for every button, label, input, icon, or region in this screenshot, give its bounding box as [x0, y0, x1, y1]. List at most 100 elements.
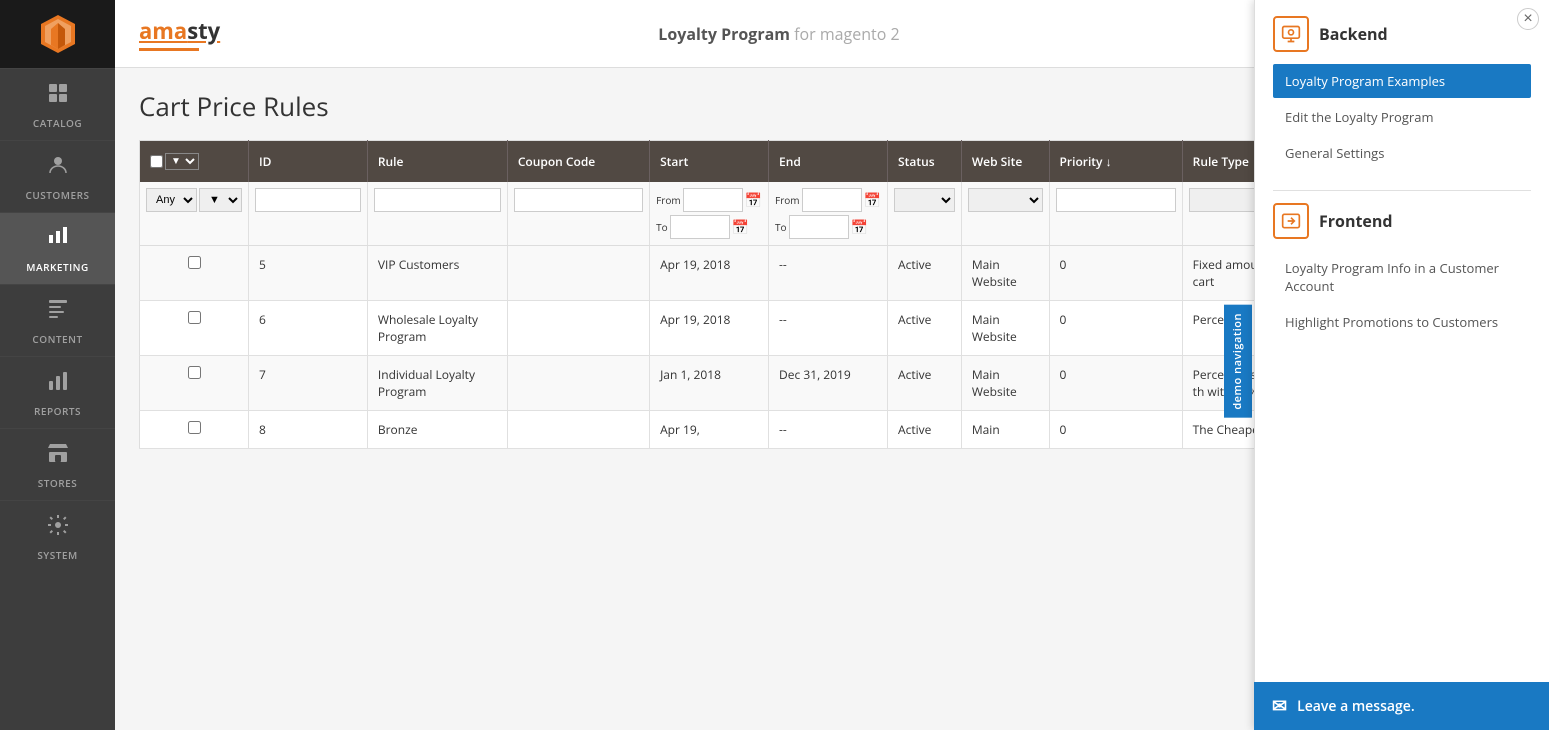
- row-checkbox[interactable]: [188, 256, 201, 269]
- sidebar-item-label: STORES: [38, 476, 77, 490]
- demo-divider: [1273, 190, 1531, 191]
- content-icon: [46, 297, 70, 328]
- cell-status: Active: [888, 246, 962, 301]
- cell-coupon: [507, 246, 649, 301]
- sidebar-item-label: CONTENT: [32, 332, 82, 346]
- filter-start-to-input[interactable]: [670, 215, 730, 239]
- calendar-icon[interactable]: 📅: [864, 191, 881, 210]
- demo-nav-item-edit-loyalty[interactable]: Edit the Loyalty Program: [1273, 100, 1531, 134]
- cell-priority: 0: [1049, 301, 1182, 356]
- row-checkbox-cell: [140, 246, 249, 301]
- demo-nav-item-general-settings[interactable]: General Settings: [1273, 136, 1531, 170]
- header-title: Loyalty Program for magento 2: [658, 23, 899, 45]
- th-checkbox: ▼: [140, 141, 249, 183]
- demo-backend-section: Backend Loyalty Program Examples Edit th…: [1273, 16, 1531, 170]
- cell-rule[interactable]: VIP Customers: [367, 246, 507, 301]
- cell-id: 8: [249, 411, 368, 449]
- demo-frontend-section: Frontend Loyalty Program Info in a Custo…: [1273, 203, 1531, 339]
- cell-rule[interactable]: Wholesale Loyalty Program: [367, 301, 507, 356]
- cell-start: Apr 19,: [650, 411, 769, 449]
- system-icon: [46, 513, 70, 544]
- cell-end: --: [769, 246, 888, 301]
- sidebar-item-marketing[interactable]: MARKETING: [0, 212, 115, 284]
- filter-end-from-input[interactable]: [802, 188, 862, 212]
- row-checkbox[interactable]: [188, 421, 201, 434]
- cell-status: Active: [888, 411, 962, 449]
- cell-coupon: [507, 411, 649, 449]
- row-checkbox[interactable]: [188, 311, 201, 324]
- cell-website[interactable]: Main: [961, 411, 1049, 449]
- title-sub: for magento 2: [794, 23, 900, 45]
- th-coupon-code: Coupon Code: [507, 141, 649, 183]
- filter-coupon-input[interactable]: [514, 188, 643, 212]
- demo-nav-item-loyalty-examples[interactable]: Loyalty Program Examples: [1273, 64, 1531, 98]
- sidebar-item-stores[interactable]: STORES: [0, 428, 115, 500]
- customers-icon: [46, 153, 70, 184]
- cell-website[interactable]: Main Website: [961, 356, 1049, 411]
- filter-status-select[interactable]: Active Inactive: [894, 188, 955, 212]
- sidebar-item-catalog[interactable]: CATALOG: [0, 68, 115, 140]
- filter-priority-input[interactable]: [1056, 188, 1176, 212]
- calendar-icon[interactable]: 📅: [851, 218, 868, 237]
- cell-website[interactable]: Main Website: [961, 246, 1049, 301]
- cell-priority: 0: [1049, 356, 1182, 411]
- demo-nav-item-highlight-promotions[interactable]: Highlight Promotions to Customers: [1273, 305, 1531, 339]
- cell-rule[interactable]: Bronze: [367, 411, 507, 449]
- filter-coupon-cell: [507, 182, 649, 246]
- cell-coupon: [507, 301, 649, 356]
- sidebar-item-customers[interactable]: CUSTOMERS: [0, 140, 115, 212]
- calendar-icon[interactable]: 📅: [745, 191, 762, 210]
- backend-title: Backend: [1319, 23, 1388, 45]
- th-website: Web Site: [961, 141, 1049, 183]
- stores-icon: [46, 441, 70, 472]
- demo-nav-tab[interactable]: demo navigation: [1224, 305, 1252, 418]
- cell-start: Apr 19, 2018: [650, 301, 769, 356]
- filter-start-from-input[interactable]: [683, 188, 743, 212]
- filter-any-dropdown[interactable]: ▼: [199, 188, 242, 212]
- filter-id-cell: [249, 182, 368, 246]
- sidebar-item-label: MARKETING: [26, 260, 88, 274]
- cell-coupon: [507, 356, 649, 411]
- cell-id: 7: [249, 356, 368, 411]
- title-main: Loyalty Program: [658, 23, 790, 45]
- cell-status: Active: [888, 356, 962, 411]
- filter-end-cell: From 📅 To 📅: [769, 182, 888, 246]
- filter-id-input[interactable]: [255, 188, 361, 212]
- th-priority: Priority ↓: [1049, 141, 1182, 183]
- cell-start: Jan 1, 2018: [650, 356, 769, 411]
- sidebar-item-content[interactable]: CONTENT: [0, 284, 115, 356]
- filter-checkbox-cell: Any ▼: [140, 182, 249, 246]
- filter-website-select[interactable]: [968, 188, 1043, 212]
- filter-start-cell: From 📅 To 📅: [650, 182, 769, 246]
- frontend-section-header: Frontend: [1273, 203, 1531, 239]
- sidebar-item-label: CATALOG: [33, 116, 82, 130]
- frontend-title: Frontend: [1319, 210, 1393, 232]
- th-start: Start: [650, 141, 769, 183]
- filter-priority-cell: [1049, 182, 1182, 246]
- th-id: ID: [249, 141, 368, 183]
- row-checkbox-cell: [140, 411, 249, 449]
- select-all-checkbox[interactable]: [150, 155, 163, 168]
- leave-message-button[interactable]: ✉ Leave a message.: [1254, 682, 1549, 730]
- sidebar-item-system[interactable]: SYSTEM: [0, 500, 115, 572]
- demo-nav-close-button[interactable]: ×: [1517, 8, 1539, 30]
- filter-any-select[interactable]: Any: [146, 188, 197, 212]
- calendar-icon[interactable]: 📅: [732, 218, 749, 237]
- sidebar-item-reports[interactable]: REPORTS: [0, 356, 115, 428]
- cell-rule[interactable]: Individual Loyalty Program: [367, 356, 507, 411]
- cell-priority: 0: [1049, 411, 1182, 449]
- filter-website-cell: [961, 182, 1049, 246]
- filter-end-to-input[interactable]: [789, 215, 849, 239]
- cell-website[interactable]: Main Website: [961, 301, 1049, 356]
- th-end: End: [769, 141, 888, 183]
- filter-rule-cell: [367, 182, 507, 246]
- bulk-action-select[interactable]: ▼: [165, 153, 199, 170]
- filter-rule-input[interactable]: [374, 188, 501, 212]
- row-checkbox-cell: [140, 301, 249, 356]
- row-checkbox[interactable]: [188, 366, 201, 379]
- sidebar-item-label: REPORTS: [34, 404, 81, 418]
- frontend-icon: [1273, 203, 1309, 239]
- sidebar-item-label: SYSTEM: [37, 548, 77, 562]
- demo-nav-item-loyalty-info[interactable]: Loyalty Program Info in a Customer Accou…: [1273, 251, 1531, 303]
- sidebar-item-label: CUSTOMERS: [26, 188, 90, 202]
